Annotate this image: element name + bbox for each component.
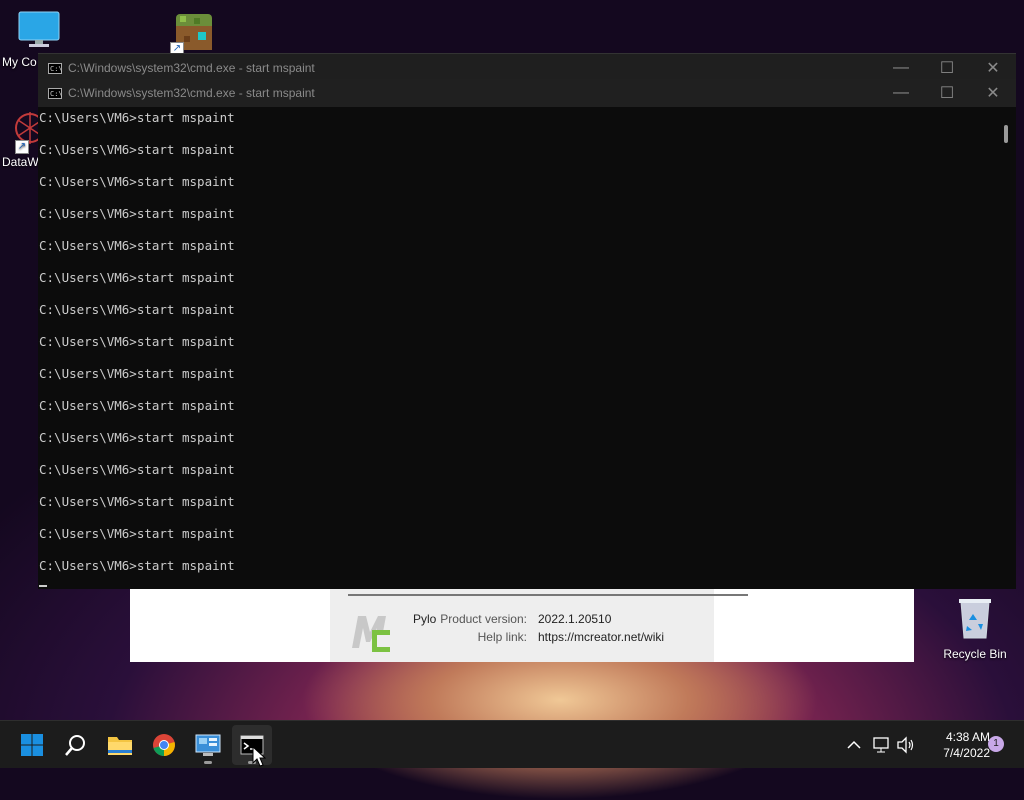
console-line: C:\Users\VM6>start mspaint bbox=[39, 334, 235, 349]
folder-icon bbox=[108, 737, 132, 755]
chrome-icon bbox=[153, 734, 175, 756]
console-line: C:\Users\VM6>start mspaint bbox=[39, 494, 235, 509]
help-link-label: Help link: bbox=[477, 630, 527, 644]
clock-date: 7/4/2022 bbox=[943, 746, 990, 760]
search-button[interactable] bbox=[56, 725, 96, 765]
clock-time: 4:38 AM bbox=[945, 730, 990, 744]
volume-icon[interactable] bbox=[896, 735, 916, 755]
chrome-button[interactable] bbox=[144, 725, 184, 765]
recycle-bin-icon bbox=[959, 599, 991, 639]
monitor-icon bbox=[18, 11, 60, 47]
control-panel-icon bbox=[195, 734, 221, 756]
desktop-icon-minecraft[interactable]: ↗ bbox=[170, 12, 216, 56]
console-line: C:\Users\VM6>start mspaint bbox=[39, 302, 235, 317]
console-line: C:\Users\VM6>start mspaint bbox=[39, 430, 235, 445]
clock[interactable]: 4:38 AM 7/4/2022 bbox=[922, 729, 990, 761]
divider bbox=[348, 594, 748, 596]
scrollbar-thumb[interactable] bbox=[1004, 125, 1008, 143]
network-icon[interactable] bbox=[871, 735, 891, 755]
window-title: C:\Windows\system32\cmd.exe - start mspa… bbox=[68, 86, 315, 100]
cmd-window[interactable]: C:\ C:\Windows\system32\cmd.exe - start … bbox=[38, 79, 1016, 589]
console-output[interactable]: C:\Users\VM6>start mspaint C:\Users\VM6>s… bbox=[38, 108, 998, 588]
maximize-button[interactable]: ☐ bbox=[924, 54, 970, 82]
product-version-value: 2022.1.20510 bbox=[538, 612, 612, 626]
product-version-label: Product version: bbox=[440, 612, 527, 626]
close-button[interactable]: ✕ bbox=[970, 79, 1016, 107]
window-title: C:\Windows\system32\cmd.exe - start mspa… bbox=[68, 61, 315, 75]
mcreator-logo-icon bbox=[352, 616, 390, 652]
console-line: C:\Users\VM6>start mspaint bbox=[39, 558, 235, 573]
text-cursor bbox=[39, 585, 47, 587]
console-line: C:\Users\VM6>start mspaint bbox=[39, 238, 235, 253]
maximize-button[interactable]: ☐ bbox=[924, 79, 970, 107]
help-link[interactable]: https://mcreator.net/wiki bbox=[538, 630, 664, 644]
windows-logo-icon bbox=[21, 734, 43, 756]
cmd-icon: C:\ bbox=[48, 87, 63, 99]
search-icon bbox=[65, 735, 85, 756]
file-explorer-button[interactable] bbox=[100, 725, 140, 765]
mouse-cursor-icon bbox=[252, 746, 266, 767]
cmd-icon: C:\ bbox=[48, 62, 63, 74]
console-line: C:\Users\VM6>start mspaint bbox=[39, 526, 235, 541]
shortcut-arrow-icon: ↗ bbox=[15, 140, 29, 154]
chevron-up-icon[interactable] bbox=[844, 735, 864, 755]
console-line: C:\Users\VM6>start mspaint bbox=[39, 462, 235, 477]
titlebar[interactable]: C:\ C:\Windows\system32\cmd.exe - start … bbox=[38, 54, 1016, 82]
close-button[interactable]: ✕ bbox=[970, 54, 1016, 82]
minimize-button[interactable]: — bbox=[878, 54, 924, 82]
desktop-icon-recycle-bin[interactable]: Recycle Bin bbox=[938, 596, 1012, 661]
control-panel-button[interactable] bbox=[188, 725, 228, 765]
console-line: C:\Users\VM6>start mspaint bbox=[39, 110, 235, 125]
console-line: C:\Users\VM6>start mspaint bbox=[39, 174, 235, 189]
start-button[interactable] bbox=[12, 725, 52, 765]
console-line: C:\Users\VM6>start mspaint bbox=[39, 398, 235, 413]
console-line: C:\Users\VM6>start mspaint bbox=[39, 206, 235, 221]
notification-badge[interactable]: 1 bbox=[988, 736, 1004, 752]
mcreator-about-window[interactable]: Pylo Product version: 2022.1.20510 Help … bbox=[130, 588, 914, 662]
minimize-button[interactable]: — bbox=[878, 79, 924, 107]
taskbar: 4:38 AM 7/4/2022 1 bbox=[0, 720, 1024, 768]
console-line: C:\Users\VM6>start mspaint bbox=[39, 270, 235, 285]
running-indicator bbox=[204, 761, 212, 764]
titlebar[interactable]: C:\ C:\Windows\system32\cmd.exe - start … bbox=[38, 79, 1016, 107]
recycle-bin-label: Recycle Bin bbox=[943, 647, 1007, 661]
console-line: C:\Users\VM6>start mspaint bbox=[39, 366, 235, 381]
console-line: C:\Users\VM6>start mspaint bbox=[39, 142, 235, 157]
